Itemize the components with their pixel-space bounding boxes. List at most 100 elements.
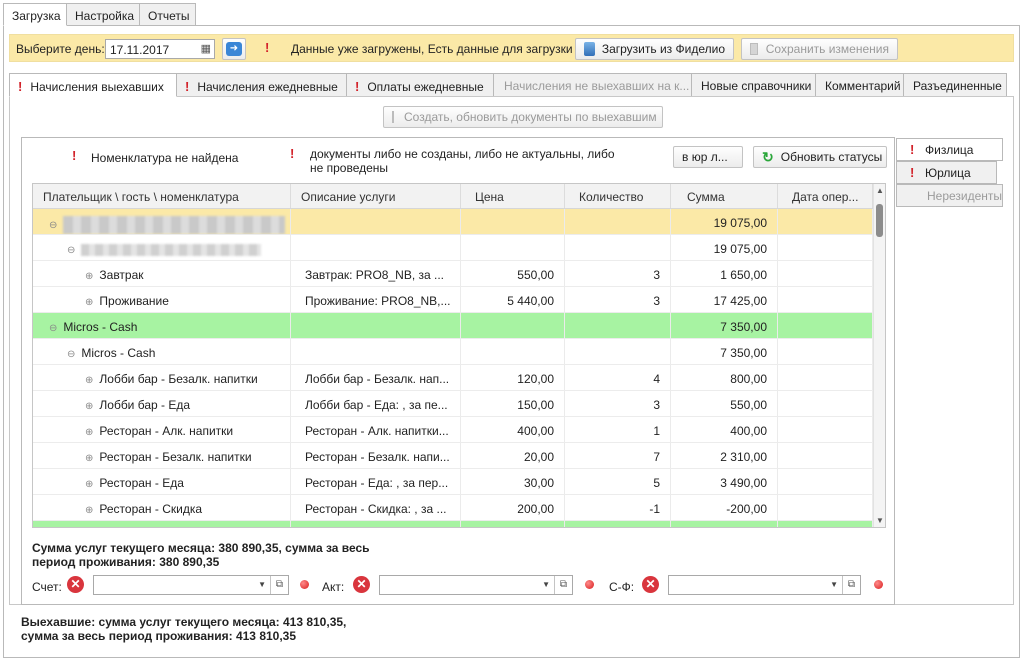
- load-fidelio-button[interactable]: Загрузить из Фиделио: [575, 38, 734, 60]
- expand-icon[interactable]: ⊕: [85, 271, 93, 282]
- table-row[interactable]: ⊖ Micros - Cash 7 350,00: [33, 339, 875, 365]
- collapse-icon[interactable]: ⊖: [67, 245, 75, 256]
- save-changes-label: Сохранить изменения: [765, 42, 889, 56]
- table-cell: ⊕ Ресторан - Скидка: [33, 495, 291, 520]
- sidetab-nonresidents[interactable]: Нерезиденты: [896, 184, 1003, 207]
- table-row[interactable]: ⊖ Micros - Cash 7 350,00: [33, 313, 875, 339]
- vertical-scrollbar[interactable]: ▲ ▼: [873, 184, 885, 527]
- collapse-icon[interactable]: ⊖: [49, 220, 57, 231]
- collapse-icon[interactable]: ⊖: [67, 349, 75, 360]
- table-cell: 7 350,00: [671, 339, 778, 364]
- tab-upload[interactable]: Загрузка: [3, 3, 67, 26]
- column-header[interactable]: Описание услуги: [291, 184, 461, 208]
- date-field[interactable]: 17.11.2017 ▦: [105, 39, 215, 59]
- table-cell: 150,00: [461, 391, 565, 416]
- expand-icon[interactable]: ⊕: [85, 375, 93, 386]
- close-icon[interactable]: ✕: [642, 576, 659, 593]
- table-row[interactable]: ⊕ Лобби бар - Еда Лобби бар - Еда: , за пе…: [33, 391, 875, 417]
- table-cell: Проживание: PRO8_NB,...: [291, 287, 461, 312]
- subtab-comment[interactable]: Комментарий: [815, 73, 904, 97]
- table-row[interactable]: ⊕ Ресторан - Безалк. напитки Ресторан - Бе…: [33, 443, 875, 469]
- to-legal-button[interactable]: в юр л...: [673, 146, 743, 168]
- dropdown-icon[interactable]: ▼: [542, 580, 550, 589]
- date-label: Выберите день:: [16, 42, 105, 56]
- redacted-name: [81, 243, 262, 256]
- table-cell: Лобби бар - Еда: , за пе...: [291, 391, 461, 416]
- table-cell: 19 075,00: [671, 209, 778, 234]
- subtab-new-directories[interactable]: Новые справочники: [691, 73, 816, 97]
- subtab-not-departed[interactable]: Начисления не выехавших на к...: [493, 73, 692, 97]
- refresh-status-button[interactable]: ↻ Обновить статусы: [753, 146, 887, 168]
- table-cell: ⊕ Ресторан - Алк. напитки: [33, 417, 291, 442]
- column-header[interactable]: Плательщик \ гость \ номенклатура: [33, 184, 291, 208]
- dropdown-icon[interactable]: ▼: [258, 580, 266, 589]
- table-row[interactable]: ⊖ 19 075,00: [33, 235, 875, 261]
- table-cell: [778, 235, 873, 260]
- column-header[interactable]: Сумма: [671, 184, 778, 208]
- table-cell: 2 310,00: [671, 443, 778, 468]
- expand-icon[interactable]: ⊕: [85, 505, 93, 516]
- open-icon[interactable]: ⧉: [842, 576, 860, 594]
- table-row[interactable]: ⊖Micros - VISA 11 890,00: [33, 521, 875, 527]
- row-name: Ресторан - Безалк. напитки: [99, 450, 252, 464]
- sidetab-label: Юрлица: [925, 166, 971, 180]
- create-docs-button[interactable]: Создать, обновить документы по выехавшим: [383, 106, 663, 128]
- subtab-separated[interactable]: Разъединенные: [903, 73, 1007, 97]
- status-dot-icon: [874, 580, 883, 589]
- table-cell: 20,00: [461, 443, 565, 468]
- table-cell: ⊖: [33, 209, 291, 234]
- open-icon[interactable]: ⧉: [554, 576, 572, 594]
- save-changes-button[interactable]: Сохранить изменения: [741, 38, 898, 60]
- expand-icon[interactable]: ⊕: [85, 453, 93, 464]
- column-header[interactable]: Количество: [565, 184, 671, 208]
- table-row[interactable]: ⊕ Ресторан - Алк. напитки Ресторан - Алк. …: [33, 417, 875, 443]
- subtab-label: Оплаты ежедневные: [367, 80, 484, 94]
- scroll-down-icon[interactable]: ▼: [876, 516, 884, 525]
- go-button[interactable]: ➜: [222, 38, 246, 60]
- column-header[interactable]: Дата опер...: [778, 184, 873, 208]
- sidetab-legal[interactable]: ! Юрлица: [896, 161, 997, 184]
- expand-icon[interactable]: ⊕: [85, 479, 93, 490]
- expand-icon[interactable]: ⊕: [85, 401, 93, 412]
- calendar-icon[interactable]: ▦: [201, 42, 211, 55]
- subtab-departed-charges[interactable]: ! Начисления выехавших: [9, 73, 177, 97]
- document-icon: [392, 111, 394, 123]
- table-row[interactable]: ⊕ Проживание Проживание: PRO8_NB,... 5 440,…: [33, 287, 875, 313]
- dropdown-icon[interactable]: ▼: [830, 580, 838, 589]
- act-field[interactable]: ▼ ⧉: [379, 575, 573, 595]
- table-row[interactable]: ⊕ Ресторан - Скидка Ресторан - Скидка: , з…: [33, 495, 875, 521]
- table-row[interactable]: ⊖ 19 075,00: [33, 209, 875, 235]
- column-header[interactable]: Цена: [461, 184, 565, 208]
- scrollbar-thumb[interactable]: [876, 204, 883, 237]
- table-cell: ⊕ Лобби бар - Еда: [33, 391, 291, 416]
- status-dot-icon: [585, 580, 594, 589]
- table-cell: 3: [565, 261, 671, 286]
- collapse-icon[interactable]: ⊖: [49, 323, 57, 334]
- table-cell: -1: [565, 495, 671, 520]
- open-icon[interactable]: ⧉: [270, 576, 288, 594]
- expand-icon[interactable]: ⊕: [85, 427, 93, 438]
- arrow-right-icon: ➜: [226, 42, 242, 56]
- subtab-daily-payments[interactable]: ! Оплаты ежедневные: [346, 73, 494, 97]
- table-row[interactable]: ⊕ Ресторан - Еда Ресторан - Еда: , за пер.…: [33, 469, 875, 495]
- refresh-icon: ↻: [762, 148, 774, 165]
- sf-field[interactable]: ▼ ⧉: [668, 575, 861, 595]
- invoice-field[interactable]: ▼ ⧉: [93, 575, 289, 595]
- expand-icon[interactable]: ⊕: [85, 297, 93, 308]
- subtab-daily-charges[interactable]: ! Начисления ежедневные: [176, 73, 347, 97]
- table-cell: Лобби бар - Безалк. нап...: [291, 365, 461, 390]
- status-dot-icon: [300, 580, 309, 589]
- close-icon[interactable]: ✕: [67, 576, 84, 593]
- tab-reports[interactable]: Отчеты: [139, 3, 196, 26]
- summary-inner: Сумма услуг текущего месяца: 380 890,35,…: [32, 541, 370, 569]
- table-cell: 5: [565, 469, 671, 494]
- table-cell: [291, 339, 461, 364]
- scroll-up-icon[interactable]: ▲: [876, 186, 884, 195]
- table-row[interactable]: ⊕ Завтрак Завтрак: PRO8_NB, за ... 550,00 3 1…: [33, 261, 875, 287]
- subtab-label: Начисления ежедневные: [197, 80, 338, 94]
- close-icon[interactable]: ✕: [353, 576, 370, 593]
- table-row[interactable]: ⊕ Лобби бар - Безалк. напитки Лобби бар - …: [33, 365, 875, 391]
- row-name: Проживание: [99, 294, 169, 308]
- sidetab-individuals[interactable]: ! Физлица: [896, 138, 1003, 161]
- tab-settings[interactable]: Настройка: [66, 3, 140, 26]
